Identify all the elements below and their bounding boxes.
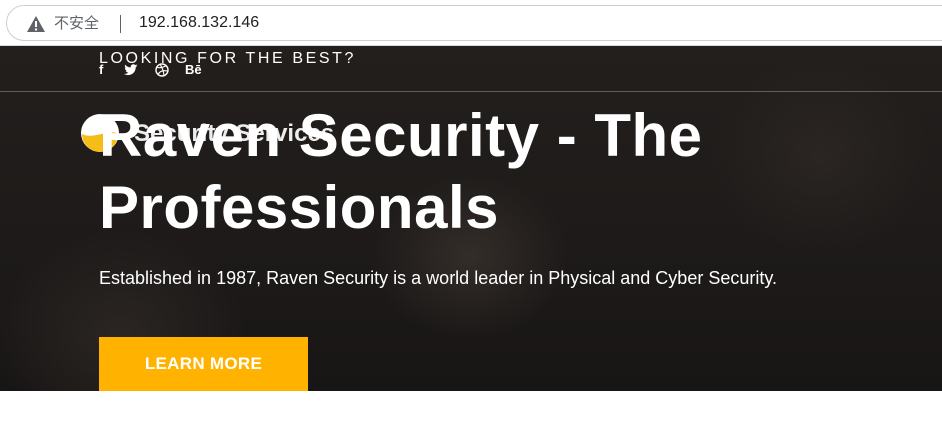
hero-subtext: Established in 1987, Raven Security is a…	[99, 268, 778, 288]
hero-headline: Raven Security - The Professionals	[99, 102, 703, 241]
warning-triangle-icon[interactable]	[26, 15, 46, 33]
url-text[interactable]: 192.168.132.146	[139, 13, 259, 33]
security-status-label[interactable]: 不安全	[54, 13, 99, 33]
header-divider	[0, 91, 942, 92]
dribbble-icon[interactable]	[155, 63, 169, 77]
twitter-icon[interactable]	[124, 64, 138, 76]
facebook-icon[interactable]: f	[99, 62, 103, 78]
learn-more-button[interactable]: LEARN MORE	[99, 337, 308, 391]
omnibox-separator	[120, 15, 121, 33]
omnibox[interactable]: 不安全 192.168.132.146	[6, 5, 942, 41]
hero-section: LOOKING FOR THE BEST? f Bē Security Serv…	[0, 46, 942, 391]
browser-address-bar: 不安全 192.168.132.146	[0, 0, 942, 46]
behance-icon[interactable]: Bē	[185, 62, 202, 78]
